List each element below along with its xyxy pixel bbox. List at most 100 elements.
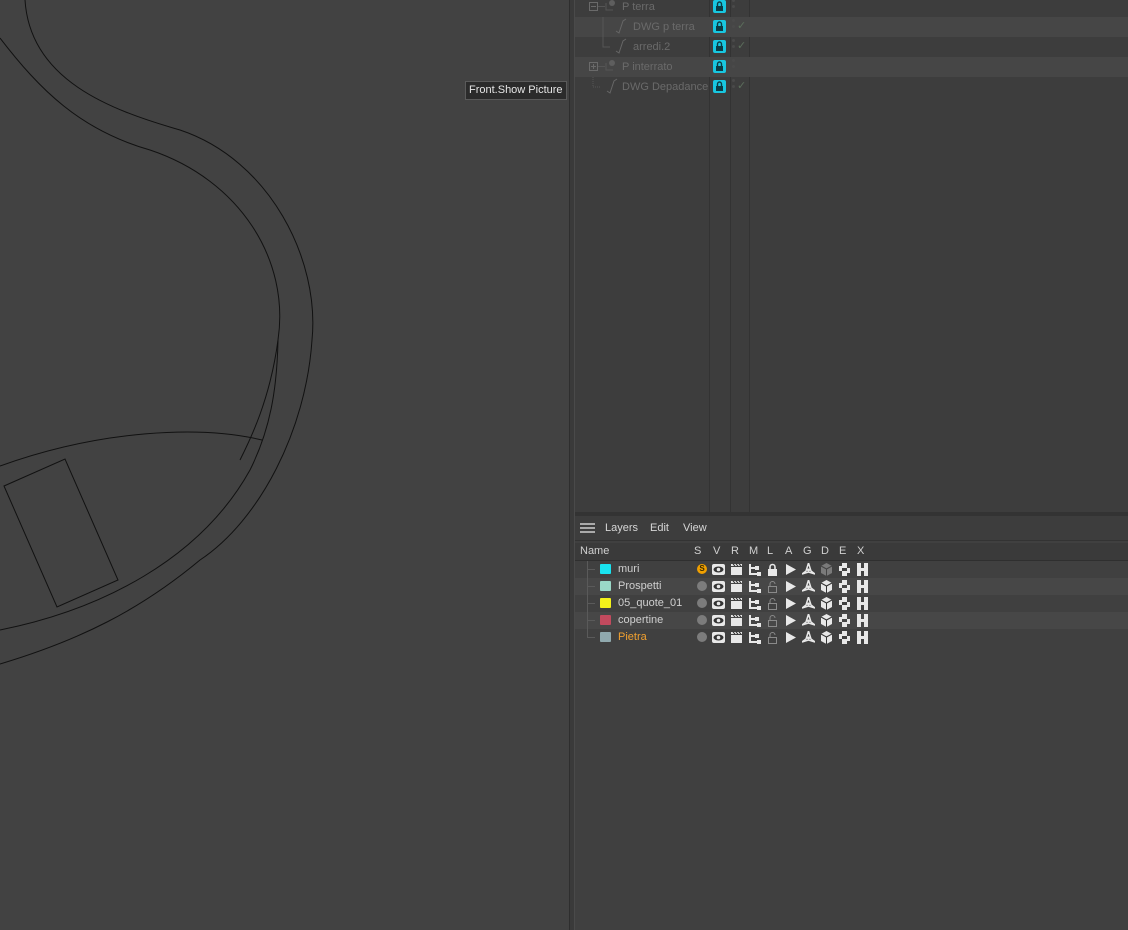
- generator-icon[interactable]: [802, 614, 815, 627]
- column-generators[interactable]: G: [803, 543, 812, 560]
- solo-icon[interactable]: S: [697, 564, 707, 574]
- column-deformers[interactable]: D: [821, 543, 829, 560]
- column-name[interactable]: Name: [580, 543, 609, 560]
- lock-icon[interactable]: [713, 60, 726, 73]
- deformer-cube-icon[interactable]: [820, 597, 833, 610]
- eye-icon[interactable]: [712, 597, 725, 610]
- menu-layers[interactable]: Layers: [605, 516, 638, 540]
- deformer-cube-icon[interactable]: [820, 614, 833, 627]
- lock-icon[interactable]: [766, 580, 779, 593]
- visibility-dots-icon[interactable]: [732, 79, 735, 93]
- play-icon[interactable]: [784, 580, 797, 593]
- hierarchy-icon[interactable]: [748, 631, 761, 644]
- visibility-dots-icon[interactable]: [732, 59, 735, 73]
- hierarchy-icon[interactable]: [748, 580, 761, 593]
- generator-icon[interactable]: [802, 631, 815, 644]
- lock-icon[interactable]: [713, 40, 726, 53]
- xref-icon[interactable]: [856, 580, 869, 593]
- eye-icon[interactable]: [712, 614, 725, 627]
- python-icon[interactable]: [838, 580, 851, 593]
- layer-name[interactable]: 05_quote_01: [618, 595, 682, 612]
- lock-icon[interactable]: [766, 631, 779, 644]
- layer-color-swatch[interactable]: [600, 615, 611, 625]
- xref-icon[interactable]: [856, 614, 869, 627]
- hierarchy-icon[interactable]: [748, 597, 761, 610]
- menu-edit[interactable]: Edit: [650, 516, 669, 540]
- layer-row[interactable]: copertine: [575, 612, 1128, 629]
- layer-name[interactable]: copertine: [618, 612, 663, 629]
- object-name[interactable]: P terra: [622, 0, 655, 17]
- clapper-icon[interactable]: [730, 563, 743, 576]
- layer-color-swatch[interactable]: [600, 632, 611, 642]
- generator-icon[interactable]: [802, 597, 815, 610]
- column-manager[interactable]: M: [749, 543, 758, 560]
- lock-icon[interactable]: [766, 614, 779, 627]
- clapper-icon[interactable]: [730, 597, 743, 610]
- layer-color-swatch[interactable]: [600, 598, 611, 608]
- python-icon[interactable]: [838, 597, 851, 610]
- lock-icon[interactable]: [713, 0, 726, 13]
- object-name[interactable]: DWG Depadance: [622, 77, 708, 97]
- object-row[interactable]: DWG Depadance ✓: [575, 77, 1128, 97]
- column-solo[interactable]: S: [694, 543, 701, 560]
- column-render[interactable]: R: [731, 543, 739, 560]
- object-name[interactable]: arredi.2: [633, 37, 670, 57]
- solo-icon[interactable]: [697, 615, 707, 625]
- visibility-dots-icon[interactable]: [732, 39, 735, 53]
- column-expressions[interactable]: E: [839, 543, 846, 560]
- menu-view[interactable]: View: [683, 516, 707, 540]
- solo-icon[interactable]: [697, 581, 707, 591]
- python-icon[interactable]: [838, 563, 851, 576]
- play-icon[interactable]: [784, 597, 797, 610]
- layer-row[interactable]: muri S: [575, 561, 1128, 578]
- eye-icon[interactable]: [712, 580, 725, 593]
- lock-icon[interactable]: [713, 20, 726, 33]
- hierarchy-icon[interactable]: [748, 563, 761, 576]
- lock-icon[interactable]: [766, 597, 779, 610]
- solo-icon[interactable]: [697, 598, 707, 608]
- eye-icon[interactable]: [712, 563, 725, 576]
- lock-icon[interactable]: [766, 563, 779, 576]
- object-row[interactable]: arredi.2 ✓: [575, 37, 1128, 57]
- object-name[interactable]: DWG p terra: [633, 17, 695, 37]
- clapper-icon[interactable]: [730, 580, 743, 593]
- hierarchy-icon[interactable]: [748, 614, 761, 627]
- layer-name[interactable]: muri: [618, 561, 639, 578]
- checkmark-icon[interactable]: ✓: [737, 39, 746, 52]
- object-row[interactable]: P interrato: [575, 57, 1128, 77]
- layer-name[interactable]: Pietra: [618, 629, 647, 646]
- clapper-icon[interactable]: [730, 631, 743, 644]
- viewport[interactable]: Front.Show Picture: [0, 0, 569, 930]
- object-row[interactable]: P terra: [575, 0, 1128, 17]
- visibility-dots-icon[interactable]: [732, 19, 735, 33]
- eye-icon[interactable]: [712, 631, 725, 644]
- generator-icon[interactable]: [802, 563, 815, 576]
- play-icon[interactable]: [784, 614, 797, 627]
- play-icon[interactable]: [784, 631, 797, 644]
- deformer-cube-icon[interactable]: [820, 631, 833, 644]
- column-locked[interactable]: L: [767, 543, 773, 560]
- layer-color-swatch[interactable]: [600, 581, 611, 591]
- xref-icon[interactable]: [856, 597, 869, 610]
- deformer-cube-icon[interactable]: [820, 563, 833, 576]
- layer-row[interactable]: 05_quote_01: [575, 595, 1128, 612]
- hamburger-menu-icon[interactable]: [580, 523, 595, 534]
- layer-color-swatch[interactable]: [600, 564, 611, 574]
- python-icon[interactable]: [838, 614, 851, 627]
- clapper-icon[interactable]: [730, 614, 743, 627]
- generator-icon[interactable]: [802, 580, 815, 593]
- object-name[interactable]: P interrato: [622, 57, 673, 77]
- solo-icon[interactable]: [697, 632, 707, 642]
- visibility-dots-icon[interactable]: [732, 0, 735, 13]
- object-row[interactable]: DWG p terra ✓: [575, 17, 1128, 37]
- checkmark-icon[interactable]: ✓: [737, 79, 746, 92]
- column-animation[interactable]: A: [785, 543, 792, 560]
- layer-row[interactable]: Pietra: [575, 629, 1128, 646]
- xref-icon[interactable]: [856, 631, 869, 644]
- play-icon[interactable]: [784, 563, 797, 576]
- xref-icon[interactable]: [856, 563, 869, 576]
- lock-icon[interactable]: [713, 80, 726, 93]
- deformer-cube-icon[interactable]: [820, 580, 833, 593]
- python-icon[interactable]: [838, 631, 851, 644]
- layer-name[interactable]: Prospetti: [618, 578, 661, 595]
